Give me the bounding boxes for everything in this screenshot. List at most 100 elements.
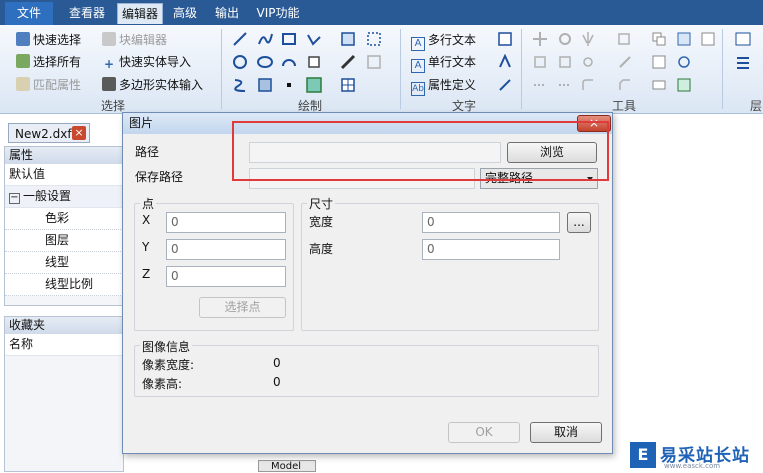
favorites-name-column[interactable]: 名称 <box>5 334 123 356</box>
properties-icon[interactable] <box>700 31 716 47</box>
fillet-icon[interactable] <box>580 77 596 93</box>
y-input[interactable]: 0 <box>166 239 286 260</box>
export-icon[interactable] <box>676 77 692 93</box>
highlight-annotation-box <box>232 121 609 181</box>
offset-icon[interactable] <box>617 54 633 70</box>
quick-entity-import-button[interactable]: + 快速实体导入 <box>102 53 191 71</box>
table-icon[interactable] <box>340 77 356 93</box>
path-label: 路径 <box>135 145 160 159</box>
properties-panel: 属性 默认值 − 一般设置 色彩 图层 线型 线型比例 <box>4 146 124 306</box>
height-input[interactable]: 0 <box>422 239 560 260</box>
layer-icon[interactable] <box>735 31 751 47</box>
hatch-area-icon[interactable] <box>366 31 382 47</box>
tab-output[interactable]: 输出 <box>209 3 245 23</box>
insert-block-icon[interactable] <box>340 31 356 47</box>
rectangle-icon[interactable] <box>281 31 297 47</box>
trim-icon[interactable] <box>532 77 548 93</box>
spline-icon[interactable] <box>257 31 273 47</box>
z-label: Z <box>142 267 151 281</box>
match-properties-button[interactable]: 匹配属性 <box>16 76 81 94</box>
properties-section-general[interactable]: − 一般设置 <box>5 186 123 208</box>
z-input[interactable]: 0 <box>166 266 286 287</box>
ok-button[interactable]: OK <box>448 422 520 443</box>
polygon-icon <box>102 77 116 91</box>
chamfer-icon[interactable] <box>617 77 633 93</box>
copy-icon[interactable] <box>532 54 548 70</box>
block-editor-button[interactable]: 块编辑器 <box>102 31 167 49</box>
line-icon[interactable] <box>232 31 248 47</box>
tab-advanced[interactable]: 高级 <box>168 3 202 23</box>
mirror-icon[interactable] <box>580 31 596 47</box>
extend-icon[interactable] <box>557 77 573 93</box>
single-line-text-button[interactable]: A 单行文本 <box>411 53 476 73</box>
select-point-button[interactable]: 选择点 <box>199 297 286 318</box>
image-icon[interactable] <box>306 77 322 93</box>
move-icon[interactable] <box>532 31 548 47</box>
array-icon[interactable] <box>580 54 596 70</box>
text-icon: A <box>411 59 425 73</box>
quick-select-icon <box>16 32 30 46</box>
disabled-tool-icon[interactable] <box>366 54 382 70</box>
select-all-button[interactable]: 选择所有 <box>16 53 81 71</box>
more-options-button[interactable]: ... <box>567 212 591 233</box>
tab-editor[interactable]: 编辑器 <box>117 3 163 24</box>
point-group-title: 点 <box>140 195 157 212</box>
properties-panel-title: 属性 <box>5 147 123 164</box>
watermark-logo: E <box>630 442 656 468</box>
edit-text-icon[interactable] <box>497 77 513 93</box>
link-icon[interactable] <box>676 54 692 70</box>
image-info-group-title: 图像信息 <box>140 338 193 355</box>
attribute-definition-button[interactable]: Ab 属性定义 <box>411 76 476 96</box>
circle-icon[interactable] <box>232 54 248 70</box>
ellipse-icon[interactable] <box>257 54 273 70</box>
tab-file[interactable]: 文件 <box>5 2 53 25</box>
measure-icon[interactable] <box>651 77 667 93</box>
block-editor-icon <box>102 32 116 46</box>
collapse-icon[interactable]: − <box>9 193 20 204</box>
select-all-icon <box>16 54 30 68</box>
x-input[interactable]: 0 <box>166 212 286 233</box>
save-path-label: 保存路径 <box>135 170 184 184</box>
point-icon[interactable] <box>281 77 297 93</box>
align-icon[interactable] <box>651 54 667 70</box>
favorites-panel: 收藏夹 名称 <box>4 316 124 472</box>
property-linetype-scale[interactable]: 线型比例 <box>5 274 123 296</box>
text-format-icon[interactable] <box>497 54 513 70</box>
ribbon-tabbar: 文件 查看器 编辑器 高级 输出 VIP功能 <box>0 0 763 25</box>
tab-viewer[interactable]: 查看器 <box>62 3 112 23</box>
property-linetype[interactable]: 线型 <box>5 252 123 274</box>
hatch-icon[interactable] <box>257 77 273 93</box>
ungroup-icon[interactable] <box>676 31 692 47</box>
scale-icon[interactable] <box>557 54 573 70</box>
pen-icon[interactable] <box>340 54 356 70</box>
rotate-icon[interactable] <box>557 31 573 47</box>
width-input[interactable]: 0 <box>422 212 560 233</box>
close-document-icon[interactable]: × <box>72 126 86 140</box>
plus-icon: + <box>103 57 115 71</box>
height-label: 高度 <box>309 242 334 256</box>
mtext-button[interactable]: A 多行文本 <box>411 31 476 51</box>
tab-vip[interactable]: VIP功能 <box>252 3 304 23</box>
document-tab[interactable]: New2.dxf × <box>8 123 90 143</box>
polygon-entity-input-button[interactable]: 多边形实体输入 <box>102 76 203 94</box>
site-watermark: E 易采站长站 www.easck.com <box>628 438 763 472</box>
cancel-button[interactable]: 取消 <box>530 422 602 443</box>
quick-select-button[interactable]: 快速选择 <box>16 31 81 49</box>
text-style-icon[interactable] <box>497 31 513 47</box>
layer-list-icon[interactable] <box>735 54 751 70</box>
curve-icon[interactable] <box>232 77 248 93</box>
property-color[interactable]: 色彩 <box>5 208 123 230</box>
arc-icon[interactable] <box>281 54 297 70</box>
model-tab[interactable]: Model <box>258 460 316 472</box>
properties-default-row[interactable]: 默认值 <box>5 164 123 186</box>
layer-group-label: 层 <box>750 99 763 113</box>
favorites-panel-title: 收藏夹 <box>5 317 123 334</box>
property-layer[interactable]: 图层 <box>5 230 123 252</box>
group-divider <box>722 29 723 109</box>
explode-icon[interactable] <box>617 31 633 47</box>
copy-entity-icon[interactable] <box>306 54 322 70</box>
size-group-title: 尺寸 <box>307 195 336 212</box>
group-icon[interactable] <box>651 31 667 47</box>
attribute-icon: Ab <box>411 82 425 96</box>
polyline-icon[interactable] <box>306 31 322 47</box>
